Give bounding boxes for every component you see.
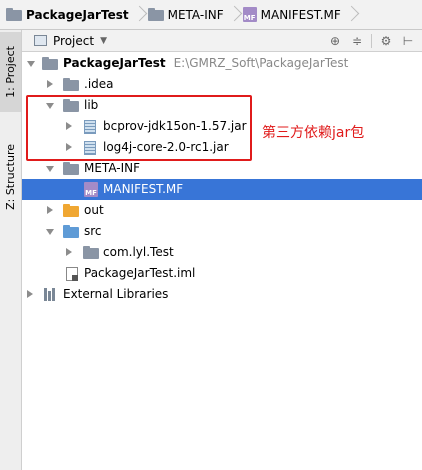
source-folder-icon: [63, 225, 79, 238]
annotation-label: 第三方依赖jar包: [262, 125, 365, 141]
tree-row-iml[interactable]: PackageJarTest.iml: [22, 263, 422, 284]
tree-row-label: PackageJarTest E:\GMRZ_Soft\PackageJarTes…: [63, 56, 348, 70]
tree-row-package[interactable]: com.lyl.Test: [22, 242, 422, 263]
breadcrumb-label: META-INF: [167, 7, 224, 22]
breadcrumb-item-manifest[interactable]: MF MANIFEST.MF: [242, 0, 341, 30]
project-panel-header: Project ▼ ⊕ ≑ ⚙ ⊢: [22, 30, 422, 52]
folder-icon: [147, 8, 164, 21]
expand-arrow-icon[interactable]: [46, 166, 54, 172]
root-path: E:\GMRZ_Soft\PackageJarTest: [173, 56, 349, 70]
scroll-from-source-icon[interactable]: ⊕: [327, 33, 343, 49]
chevron-right-icon: [229, 0, 239, 30]
folder-icon: [63, 78, 79, 91]
tab-project[interactable]: 1: Project: [0, 32, 21, 112]
tree-row-label: com.lyl.Test: [103, 245, 174, 259]
panel-title: Project: [53, 33, 95, 48]
gear-icon[interactable]: ⚙: [378, 33, 394, 49]
expand-arrow-icon[interactable]: [46, 229, 54, 235]
collapse-arrow-icon[interactable]: [47, 206, 53, 214]
project-view-icon: [34, 35, 47, 46]
tab-structure[interactable]: Z: Structure: [0, 122, 21, 232]
tab-project-label: 1: Project: [4, 46, 17, 98]
library-icon: [44, 288, 58, 301]
collapse-arrow-icon[interactable]: [66, 248, 72, 256]
breadcrumb-label: PackageJarTest: [26, 7, 129, 22]
root-name: PackageJarTest: [63, 56, 166, 70]
module-folder-icon: [42, 57, 58, 70]
breadcrumb-item-project[interactable]: PackageJarTest: [6, 0, 129, 30]
folder-icon: [6, 8, 22, 21]
manifest-file-icon: MF: [242, 7, 257, 22]
collapse-all-icon[interactable]: ≑: [349, 33, 365, 49]
annotation-highlight-box: [26, 95, 252, 161]
tree-row-out[interactable]: out: [22, 200, 422, 221]
breadcrumb: PackageJarTest META-INF MF MANIFEST.MF: [0, 0, 422, 30]
collapse-arrow-icon[interactable]: [27, 290, 33, 298]
tree-row-external-libraries[interactable]: External Libraries: [22, 284, 422, 305]
tree-row-src[interactable]: src: [22, 221, 422, 242]
package-icon: [83, 246, 99, 259]
chevron-right-icon: [134, 0, 144, 30]
hide-panel-icon[interactable]: ⊢: [400, 33, 416, 49]
tree-row-label: src: [84, 224, 102, 238]
tab-structure-label: Z: Structure: [4, 144, 17, 210]
collapse-arrow-icon[interactable]: [47, 80, 53, 88]
dropdown-arrow-icon[interactable]: ▼: [100, 36, 107, 46]
tree-row-label: PackageJarTest.iml: [84, 266, 196, 280]
expand-arrow-icon[interactable]: [27, 61, 35, 67]
tree-row-idea[interactable]: .idea: [22, 74, 422, 95]
tree-row-label: out: [84, 203, 104, 217]
breadcrumb-label: MANIFEST.MF: [260, 7, 341, 22]
folder-icon: [63, 162, 79, 175]
folder-icon: [63, 204, 79, 217]
tree-row-root[interactable]: PackageJarTest E:\GMRZ_Soft\PackageJarTes…: [22, 53, 422, 74]
tree-row-label: META-INF: [84, 161, 141, 175]
left-tool-strip: 1: Project Z: Structure: [0, 30, 22, 470]
breadcrumb-item-meta-inf[interactable]: META-INF: [147, 0, 224, 30]
manifest-file-icon: MF: [84, 182, 98, 197]
tree-row-label: MANIFEST.MF: [103, 182, 184, 196]
tree-row-manifest[interactable]: MF MANIFEST.MF: [22, 179, 422, 200]
tree-row-label: .idea: [84, 77, 114, 91]
tree-row-label: External Libraries: [63, 287, 169, 301]
chevron-right-icon: [346, 0, 356, 30]
module-file-icon: [66, 267, 78, 281]
tree-row-meta-inf[interactable]: META-INF: [22, 158, 422, 179]
toolbar-divider: [371, 34, 372, 48]
